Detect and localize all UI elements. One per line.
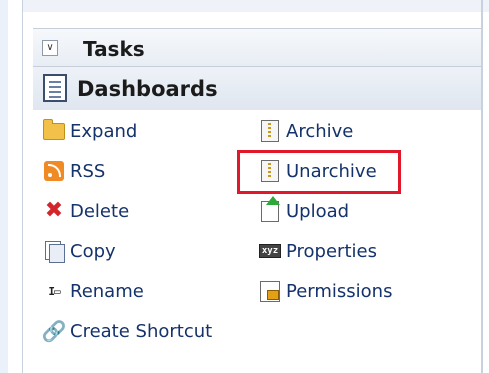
folder-open-icon (43, 118, 65, 142)
permissions-action[interactable]: Permissions (259, 276, 392, 306)
properties-action[interactable]: xyz Properties (258, 236, 377, 266)
upload-icon (259, 195, 281, 222)
dashboards-title: Dashboards (77, 77, 218, 101)
dashboards-header: Dashboards (33, 66, 481, 112)
copy-icon (43, 240, 65, 263)
dashboard-document-icon (43, 74, 67, 102)
copy-action[interactable]: Copy (43, 236, 116, 266)
upload-label: Upload (286, 200, 350, 222)
properties-label: Properties (286, 240, 377, 262)
panel-left-border (22, 0, 23, 373)
expand-action[interactable]: Expand (43, 116, 137, 146)
permissions-lock-icon (259, 280, 281, 302)
delete-x-icon: ✖ (44, 198, 64, 223)
create-shortcut-label: Create Shortcut (70, 320, 213, 342)
panel-top-area (23, 0, 489, 12)
shortcut-link-icon: 🔗 (41, 319, 67, 343)
rename-action[interactable]: I▭ Rename (43, 276, 144, 306)
archive-label: Archive (286, 120, 354, 142)
collapse-toggle-icon[interactable]: ∨ (42, 40, 58, 56)
permissions-label: Permissions (286, 280, 393, 302)
upload-action[interactable]: Upload (259, 195, 350, 226)
archive-action[interactable]: Archive (259, 116, 353, 146)
tasks-section-header[interactable]: ∨ Tasks (33, 28, 481, 67)
panel-right-border (481, 0, 483, 373)
create-shortcut-action[interactable]: 🔗 Create Shortcut (41, 316, 213, 346)
delete-label: Delete (70, 200, 130, 222)
expand-label: Expand (70, 120, 138, 142)
delete-action[interactable]: ✖ Delete (43, 196, 129, 226)
copy-label: Copy (70, 240, 116, 262)
rename-label: Rename (70, 280, 144, 302)
tasks-panel-screen: ∨ Tasks Dashboards Expand RSS ✖ Delete C… (0, 0, 489, 373)
unarchive-highlight-box (237, 150, 401, 194)
rss-icon (43, 160, 65, 182)
rename-icon: I▭ (48, 284, 60, 298)
zip-file-icon (259, 120, 281, 142)
rss-label: RSS (70, 160, 106, 182)
left-edge-strip (0, 0, 8, 373)
tasks-title: Tasks (83, 37, 145, 61)
properties-icon: xyz (258, 240, 282, 262)
rss-action[interactable]: RSS (43, 156, 105, 186)
